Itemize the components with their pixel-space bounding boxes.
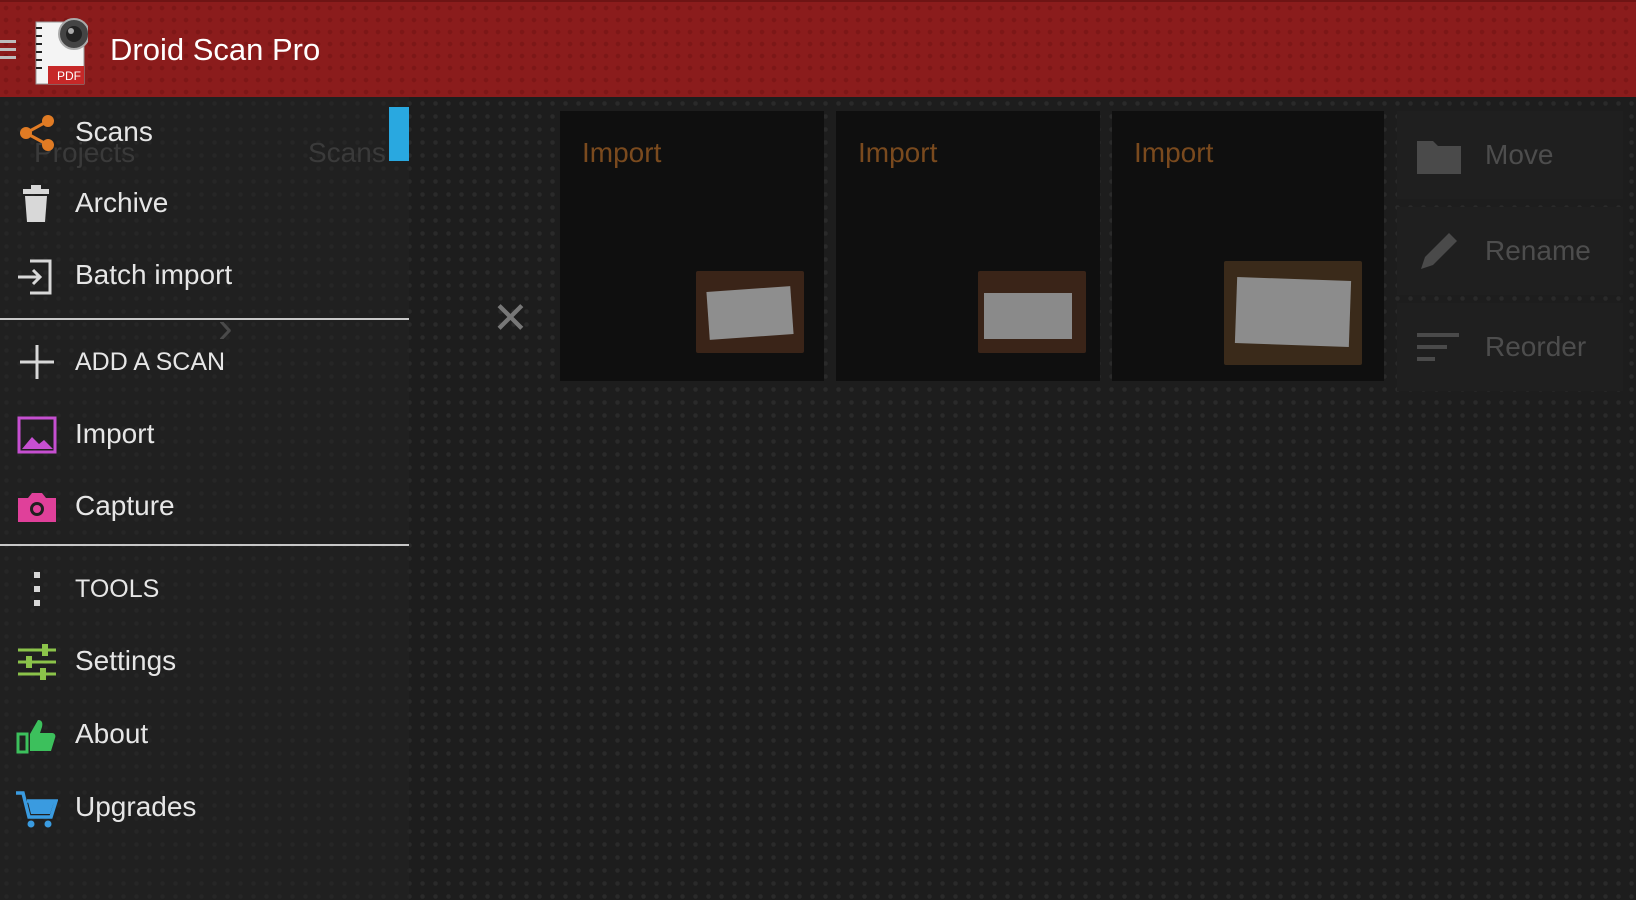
move-label: Move	[1485, 139, 1554, 170]
plus-icon	[20, 345, 54, 379]
image-icon	[17, 416, 57, 454]
folder-icon	[1417, 141, 1461, 174]
pencil-icon	[1421, 233, 1457, 269]
drawer-divider	[0, 318, 409, 320]
drawer-item-label: Import	[75, 418, 155, 449]
pdf-camera-icon[interactable]: PDF	[34, 16, 90, 86]
scan-thumbnail	[1224, 261, 1362, 365]
navigation-drawer: Projects Scans › Scans Archive Batch imp…	[0, 97, 409, 900]
scan-card-label: Import	[858, 137, 938, 168]
scan-card-label: Import	[582, 137, 662, 168]
drawer-item-batch-import[interactable]: Batch import	[0, 245, 409, 305]
drawer-item-capture[interactable]: Capture	[0, 476, 409, 536]
drawer-item-import[interactable]: Import	[0, 404, 409, 464]
drawer-item-upgrades[interactable]: Upgrades	[0, 777, 409, 837]
section-label: ADD A SCAN	[75, 348, 226, 376]
menu-icon[interactable]	[0, 40, 16, 62]
scan-card[interactable]: Import	[560, 111, 824, 381]
scan-card-label: Import	[1134, 137, 1214, 168]
pdf-icon-text: PDF	[57, 69, 81, 83]
reorder-button[interactable]: Reorder	[1397, 303, 1623, 391]
drawer-item-label: Settings	[75, 645, 177, 676]
drawer-item-archive[interactable]: Archive	[0, 173, 409, 233]
cart-icon	[16, 791, 58, 828]
drawer-item-label: Archive	[75, 187, 169, 218]
drawer-item-label: Batch import	[75, 259, 233, 290]
scan-card[interactable]: Import	[836, 111, 1100, 381]
scan-thumbnail	[696, 271, 804, 353]
drawer-item-label: Upgrades	[75, 791, 197, 822]
camera-icon	[18, 493, 56, 522]
drawer-item-settings[interactable]: Settings	[0, 631, 409, 691]
scan-card[interactable]: Import	[1112, 111, 1384, 381]
drawer-item-label: Scans	[75, 116, 153, 147]
thumbs-up-icon	[16, 720, 56, 754]
drawer-item-label: About	[75, 718, 149, 749]
more-vert-icon	[34, 572, 40, 606]
drawer-item-about[interactable]: About	[0, 704, 409, 764]
import-icon	[18, 259, 52, 295]
share-icon	[20, 115, 54, 151]
app-bar: PDF Droid Scan Pro	[0, 0, 1636, 97]
sliders-icon	[18, 644, 56, 680]
trash-icon	[23, 185, 49, 222]
rename-label: Rename	[1485, 235, 1591, 266]
app-title: Droid Scan Pro	[110, 32, 321, 67]
section-label: TOOLS	[75, 575, 160, 603]
drawer-divider	[0, 544, 409, 546]
drawer-section-add-scan: ADD A SCAN	[0, 331, 409, 391]
scan-thumbnail	[978, 271, 1086, 353]
drawer-item-label: Capture	[75, 490, 175, 521]
close-icon[interactable]: ✕	[492, 297, 529, 341]
drawer-section-tools: TOOLS	[0, 558, 409, 618]
rename-button[interactable]: Rename	[1397, 207, 1623, 295]
move-button[interactable]: Move	[1397, 111, 1623, 199]
drawer-item-scans[interactable]: Scans	[0, 102, 409, 162]
reorder-label: Reorder	[1485, 331, 1587, 362]
sort-icon	[1417, 333, 1459, 361]
